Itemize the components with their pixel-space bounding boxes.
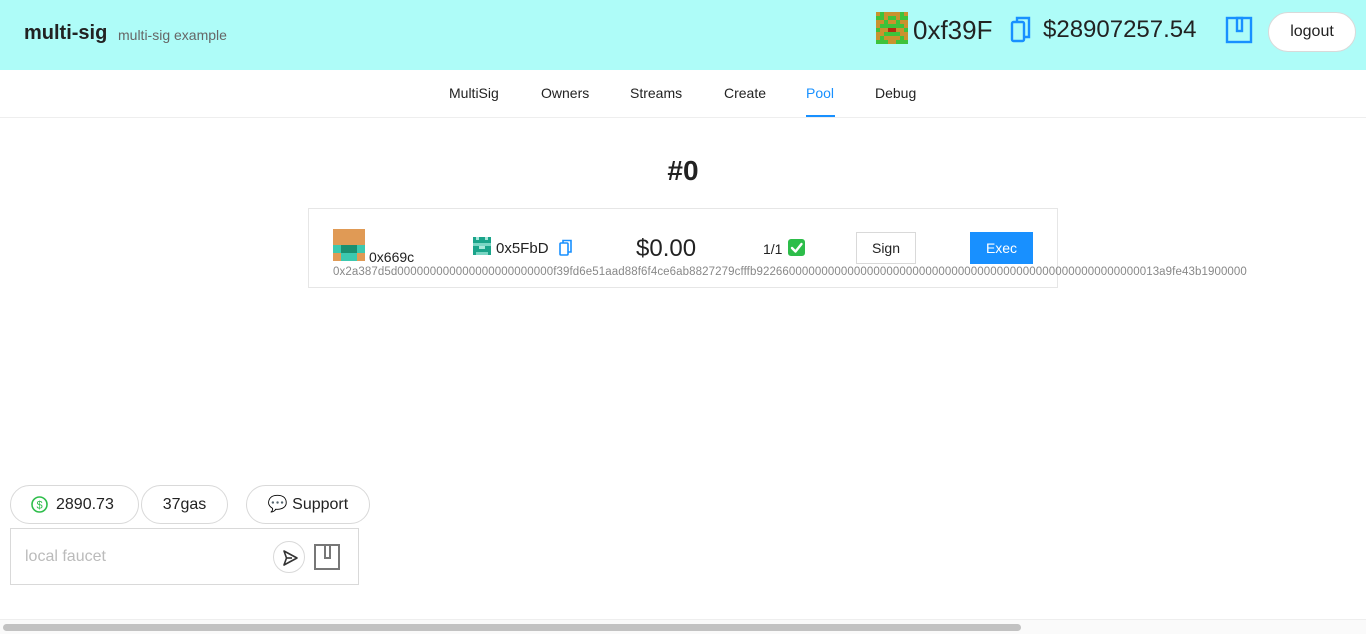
tab-pool[interactable]: Pool bbox=[806, 85, 834, 101]
tab-debug[interactable]: Debug bbox=[875, 85, 916, 101]
pool-title: #0 bbox=[667, 155, 699, 186]
tab-streams[interactable]: Streams bbox=[630, 85, 682, 101]
account-address[interactable]: 0xf39F bbox=[913, 15, 993, 46]
eth-price-pill[interactable]: $ 2890.73 bbox=[10, 485, 139, 524]
active-tab-indicator bbox=[806, 115, 835, 117]
gas-price-pill[interactable]: 37gas bbox=[141, 485, 228, 524]
horizontal-scrollbar[interactable] bbox=[0, 619, 1366, 634]
app-subtitle: multi-sig example bbox=[118, 27, 227, 43]
faucet-panel bbox=[10, 528, 359, 585]
check-icon bbox=[788, 239, 805, 256]
tx-amount: $0.00 bbox=[636, 235, 697, 262]
transaction-card: 0x669c 0x5FbD $0.00 1/1 Sign Exec 0x2a38… bbox=[308, 208, 1247, 288]
tab-multisig[interactable]: MultiSig bbox=[449, 85, 499, 101]
blockie-avatar-icon bbox=[473, 237, 491, 255]
send-button[interactable] bbox=[273, 541, 305, 573]
wallet-icon[interactable] bbox=[1225, 16, 1253, 44]
svg-text:$: $ bbox=[36, 500, 42, 512]
main-nav: MultiSig Owners Streams Create Pool Debu… bbox=[0, 70, 1366, 118]
app-title[interactable]: multi-sig bbox=[24, 22, 107, 45]
copy-icon[interactable] bbox=[1010, 15, 1032, 45]
blockie-avatar-icon bbox=[333, 229, 365, 261]
logout-button[interactable]: logout bbox=[1268, 12, 1356, 52]
support-button[interactable]: 💬 Support bbox=[246, 485, 370, 524]
scrollbar-thumb[interactable] bbox=[3, 624, 1021, 631]
sign-button[interactable]: Sign bbox=[856, 232, 916, 264]
wallet-icon[interactable] bbox=[313, 543, 341, 571]
account-balance[interactable]: $28907257.54 bbox=[1043, 16, 1197, 44]
tx-signature-count: 1/1 bbox=[763, 241, 783, 257]
eth-price-value: 2890.73 bbox=[56, 496, 114, 513]
copy-icon[interactable] bbox=[559, 239, 573, 257]
tx-calldata: 0x2a387d5d000000000000000000000000f39fd6… bbox=[333, 266, 1247, 278]
tab-create[interactable]: Create bbox=[724, 85, 766, 101]
blockie-avatar-icon bbox=[876, 12, 908, 44]
exec-button[interactable]: Exec bbox=[970, 232, 1033, 264]
tx-to-address[interactable]: 0x5FbD bbox=[496, 240, 549, 257]
dollar-circle-icon: $ bbox=[31, 496, 48, 513]
tab-owners[interactable]: Owners bbox=[541, 85, 589, 101]
send-icon bbox=[283, 550, 298, 566]
app-header: multi-sig multi-sig example 0xf39F $2890… bbox=[0, 0, 1366, 70]
faucet-input[interactable] bbox=[25, 545, 265, 569]
tx-from-address[interactable]: 0x669c bbox=[369, 249, 414, 265]
